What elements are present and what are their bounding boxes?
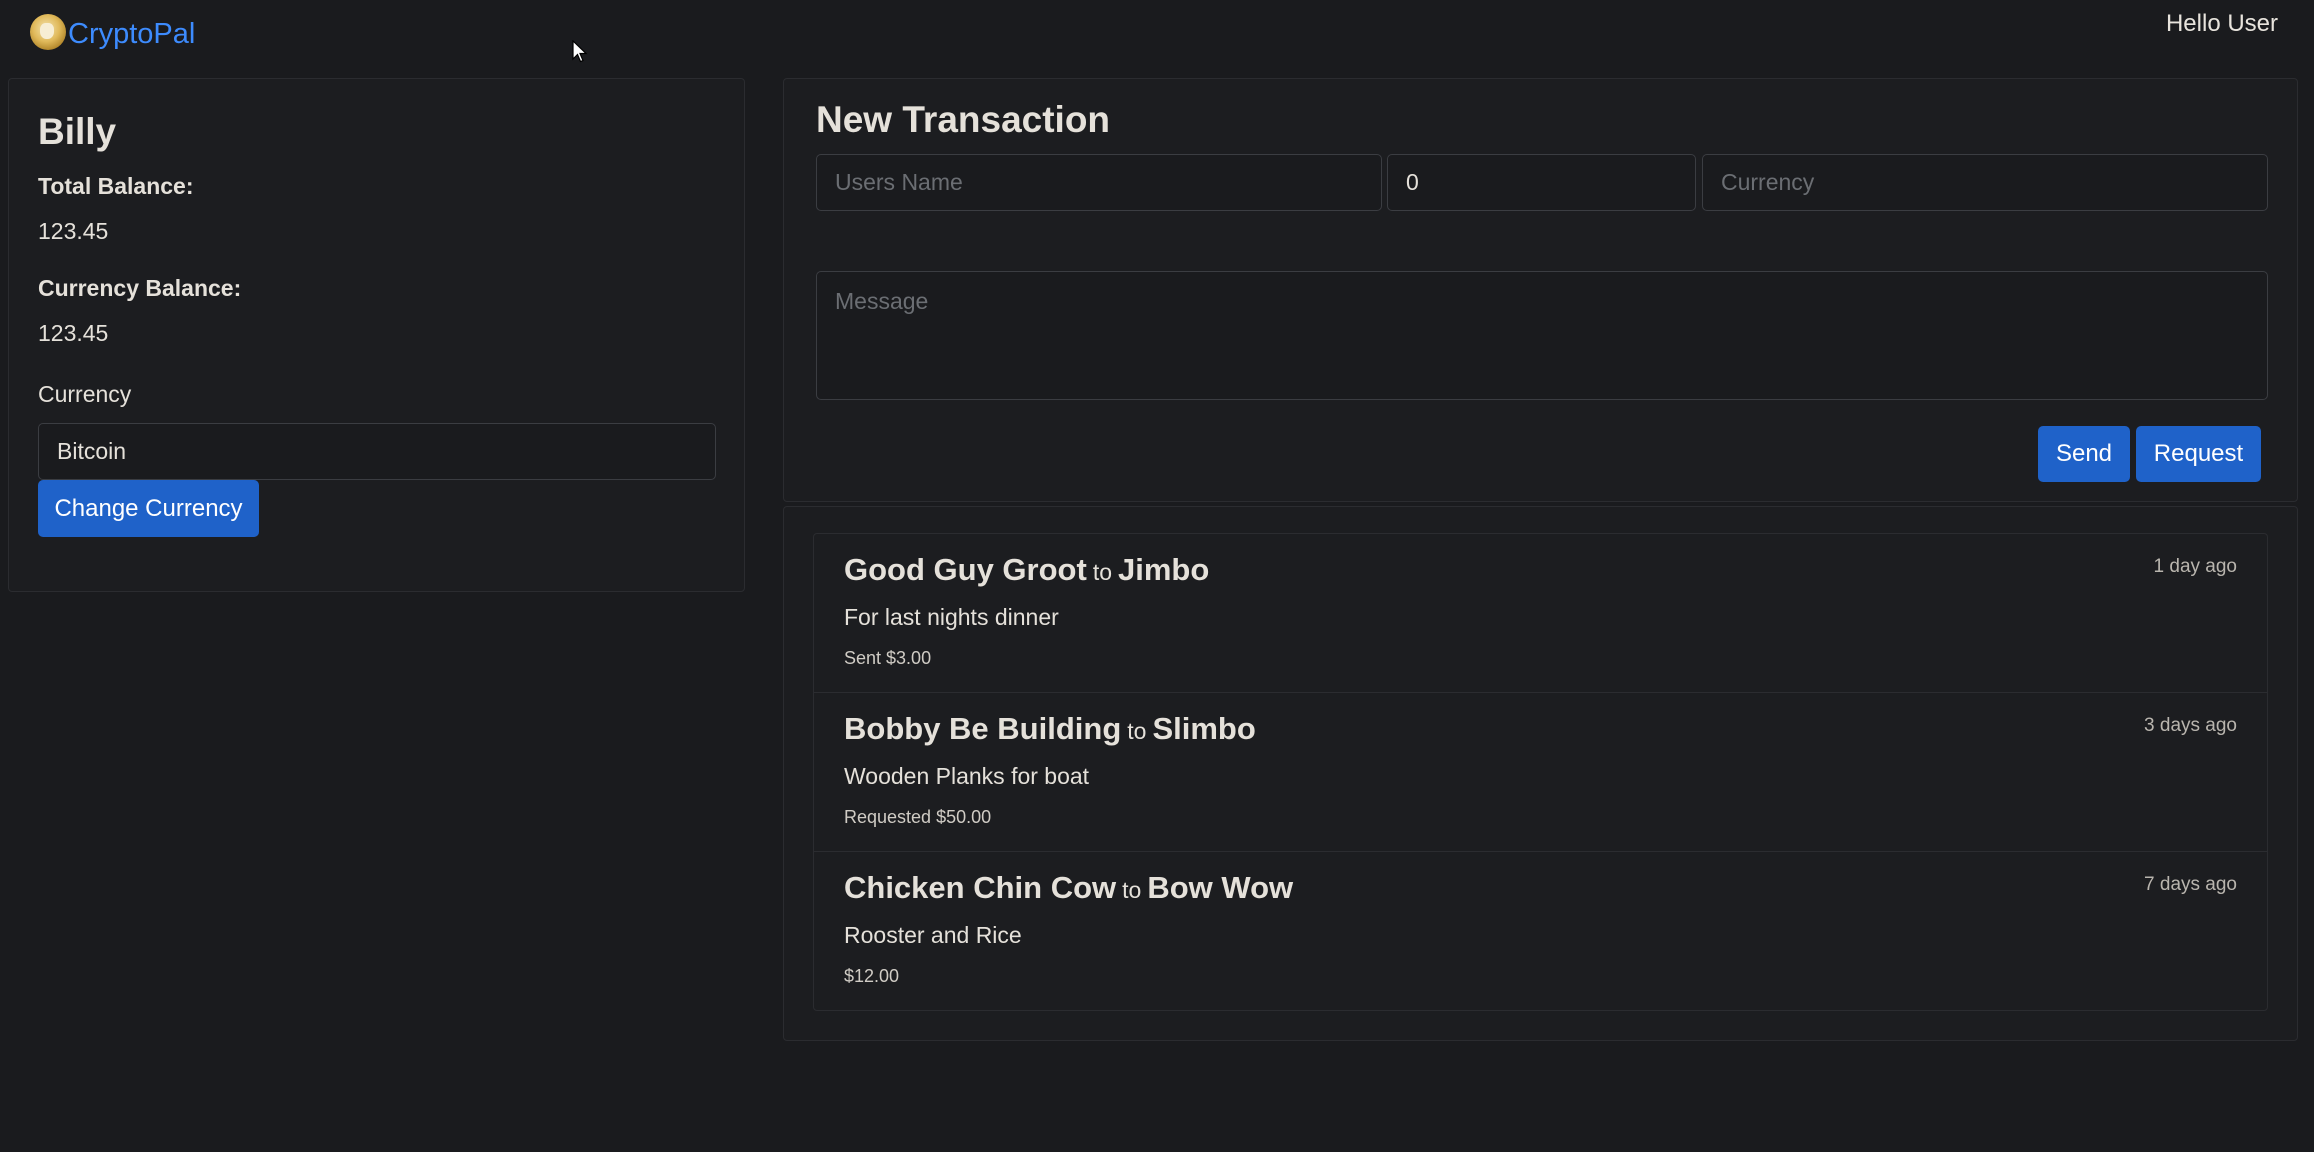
transaction-list-panel: Good Guy Groot to Jimbo 1 day ago For last… — [783, 506, 2298, 1041]
transaction-to-word: to — [1122, 877, 1142, 903]
user-greeting: Hello User — [2165, 10, 2278, 37]
transaction-amount: Requested $50.00 — [844, 807, 992, 827]
transaction-list: Good Guy Groot to Jimbo 1 day ago For last… — [813, 533, 2268, 1011]
brand-name: CryptoPal — [68, 18, 196, 50]
transaction-header: Bobby Be Building to Slimbo — [844, 711, 1256, 747]
transaction-recipient: Slimbo — [1152, 711, 1256, 746]
transaction-time: 3 days ago — [2144, 715, 2237, 736]
currency-balance-label: Currency Balance: — [38, 275, 242, 301]
transaction-message: Wooden Planks for boat — [844, 763, 1090, 789]
currency-input[interactable] — [38, 423, 716, 480]
request-button[interactable]: Request — [2136, 426, 2261, 482]
transaction-amount: Sent $3.00 — [844, 648, 932, 668]
total-balance-label: Total Balance: — [38, 173, 194, 199]
transaction-to-word: to — [1092, 559, 1112, 585]
currency-label: Currency — [38, 381, 132, 407]
transaction-time: 1 day ago — [2153, 556, 2237, 577]
transaction-header: Chicken Chin Cow to Bow Wow — [844, 870, 1293, 906]
new-transaction-panel: New Transaction Send Request — [783, 78, 2298, 502]
users-name-input[interactable] — [816, 154, 1382, 211]
currency-input-field[interactable] — [1702, 154, 2268, 211]
brand-link[interactable]: CryptoPal — [30, 12, 195, 51]
currency-balance-value: 123.45 — [38, 320, 109, 346]
transaction-item[interactable]: Good Guy Groot to Jimbo 1 day ago For last… — [814, 534, 2267, 693]
transaction-message: Rooster and Rice — [844, 922, 1022, 948]
transaction-message: For last nights dinner — [844, 604, 1059, 630]
account-panel: Billy Total Balance: 123.45 Currency Bal… — [8, 78, 745, 592]
transaction-to-word: to — [1127, 718, 1147, 744]
change-currency-button[interactable]: Change Currency — [38, 480, 259, 537]
amount-input[interactable] — [1387, 154, 1696, 211]
transaction-item[interactable]: Chicken Chin Cow to Bow Wow 7 days ago Roo… — [814, 852, 2267, 1010]
transaction-recipient: Bow Wow — [1147, 870, 1294, 905]
account-name: Billy — [38, 111, 117, 152]
transaction-sender: Chicken Chin Cow — [844, 870, 1117, 905]
transaction-sender: Bobby Be Building — [844, 711, 1122, 746]
message-textarea[interactable] — [816, 271, 2268, 400]
transaction-time: 7 days ago — [2144, 874, 2237, 895]
transaction-sender: Good Guy Groot — [844, 552, 1087, 587]
transaction-header: Good Guy Groot to Jimbo — [844, 552, 1209, 588]
transaction-amount: $12.00 — [844, 966, 900, 986]
new-transaction-title: New Transaction — [816, 99, 1111, 140]
total-balance-value: 123.45 — [38, 218, 109, 244]
doge-coin-logo-icon — [30, 13, 66, 50]
send-button[interactable]: Send — [2038, 426, 2130, 482]
transaction-item[interactable]: Bobby Be Building to Slimbo 3 days ago Woo… — [814, 693, 2267, 852]
transaction-recipient: Jimbo — [1118, 552, 1210, 587]
app-page: CryptoPal Hello User Billy Total Balance… — [0, 0, 2314, 1152]
